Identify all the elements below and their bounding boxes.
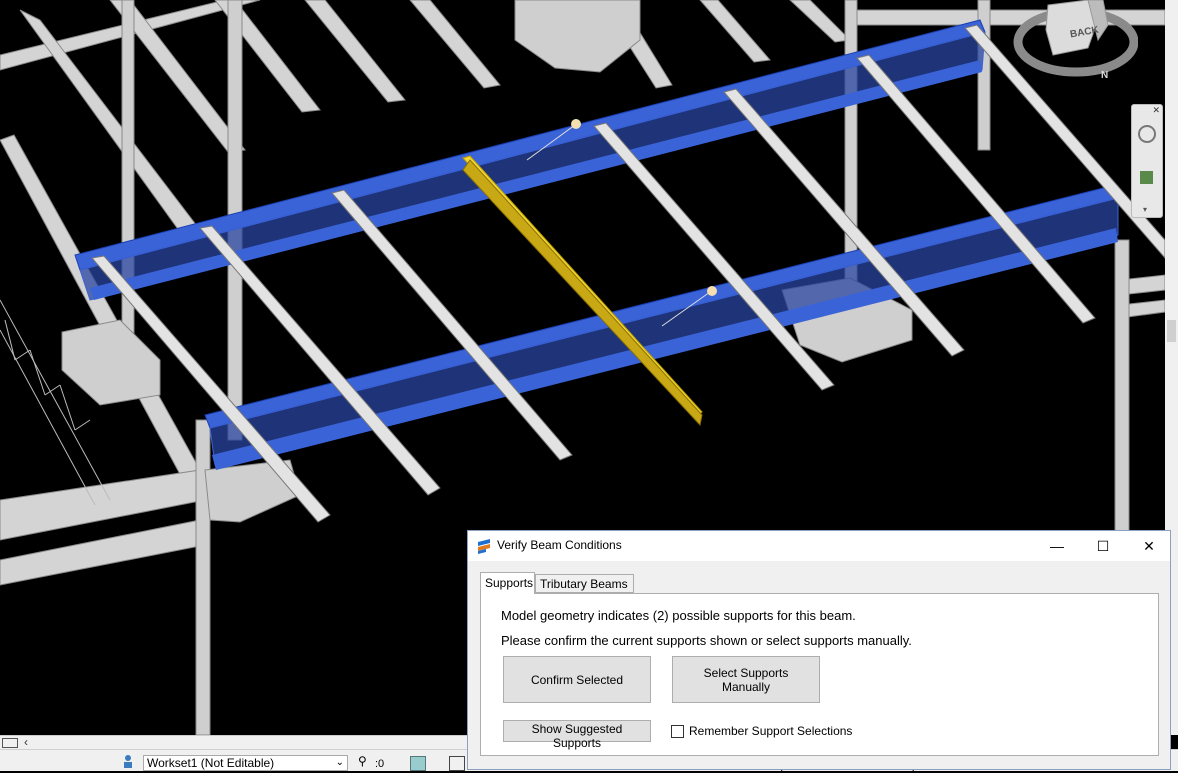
tab-tributary-beams[interactable]: Tributary Beams	[535, 574, 634, 593]
scrollbar-thumb[interactable]	[1167, 320, 1176, 342]
horizontal-scrollbar[interactable]: ‹	[0, 735, 470, 749]
zoom-icon[interactable]	[1140, 171, 1153, 184]
dialog-title: Verify Beam Conditions	[497, 538, 622, 552]
view-cube[interactable]: BACK N	[1008, 0, 1138, 92]
column	[1114, 239, 1130, 541]
workset-value: Workset1 (Not Editable)	[147, 756, 275, 770]
remember-selections-label[interactable]: Remember Support Selections	[689, 724, 852, 738]
frame-beam	[699, 0, 771, 63]
message-line-1: Model geometry indicates (2) possible su…	[501, 608, 856, 623]
compass-north-label: N	[1101, 70, 1109, 81]
maximize-button[interactable]: ☐	[1080, 531, 1126, 561]
view-control-icon[interactable]	[2, 738, 18, 748]
minimize-button[interactable]: —	[1034, 531, 1080, 561]
column	[195, 419, 211, 736]
dialog-titlebar[interactable]: Verify Beam Conditions — ☐ ✕	[468, 531, 1170, 561]
navigation-bar[interactable]: ✕ ▾	[1131, 104, 1163, 218]
supports-tab-panel: Model geometry indicates (2) possible su…	[480, 593, 1159, 756]
remember-selections-checkbox[interactable]	[671, 725, 684, 738]
verify-beam-conditions-dialog: Verify Beam Conditions — ☐ ✕ Supports Tr…	[467, 530, 1171, 770]
chevron-left-icon[interactable]: ‹	[24, 735, 28, 749]
workset-dropdown[interactable]: Workset1 (Not Editable) ⌄	[143, 755, 348, 771]
selection-count: :0	[375, 758, 385, 770]
close-icon[interactable]: ✕	[1152, 105, 1160, 116]
steering-wheel-icon[interactable]	[1138, 125, 1156, 143]
frame-beam	[0, 134, 201, 479]
message-line-2: Please confirm the current supports show…	[501, 633, 912, 648]
worksets-icon[interactable]	[120, 753, 136, 769]
footing	[514, 0, 641, 73]
close-button[interactable]: ✕	[1126, 531, 1172, 561]
chevron-down-icon[interactable]: ▾	[1143, 205, 1147, 214]
frame-beam	[409, 0, 501, 89]
chevron-down-icon: ⌄	[335, 757, 344, 768]
confirm-selected-button[interactable]: Confirm Selected	[503, 656, 651, 703]
app-icon	[478, 539, 490, 554]
show-suggested-supports-button[interactable]: Show Suggested Supports	[503, 720, 651, 750]
tab-supports[interactable]: Supports	[480, 572, 535, 594]
select-supports-manually-button[interactable]: Select Supports Manually	[672, 656, 820, 703]
model-cube-icon[interactable]	[410, 756, 426, 771]
filter-icon[interactable]: ⚲	[358, 754, 367, 768]
design-options-icon[interactable]	[449, 756, 465, 771]
footing	[61, 319, 161, 406]
frame-beam	[304, 0, 406, 103]
frame-beam	[789, 0, 852, 43]
